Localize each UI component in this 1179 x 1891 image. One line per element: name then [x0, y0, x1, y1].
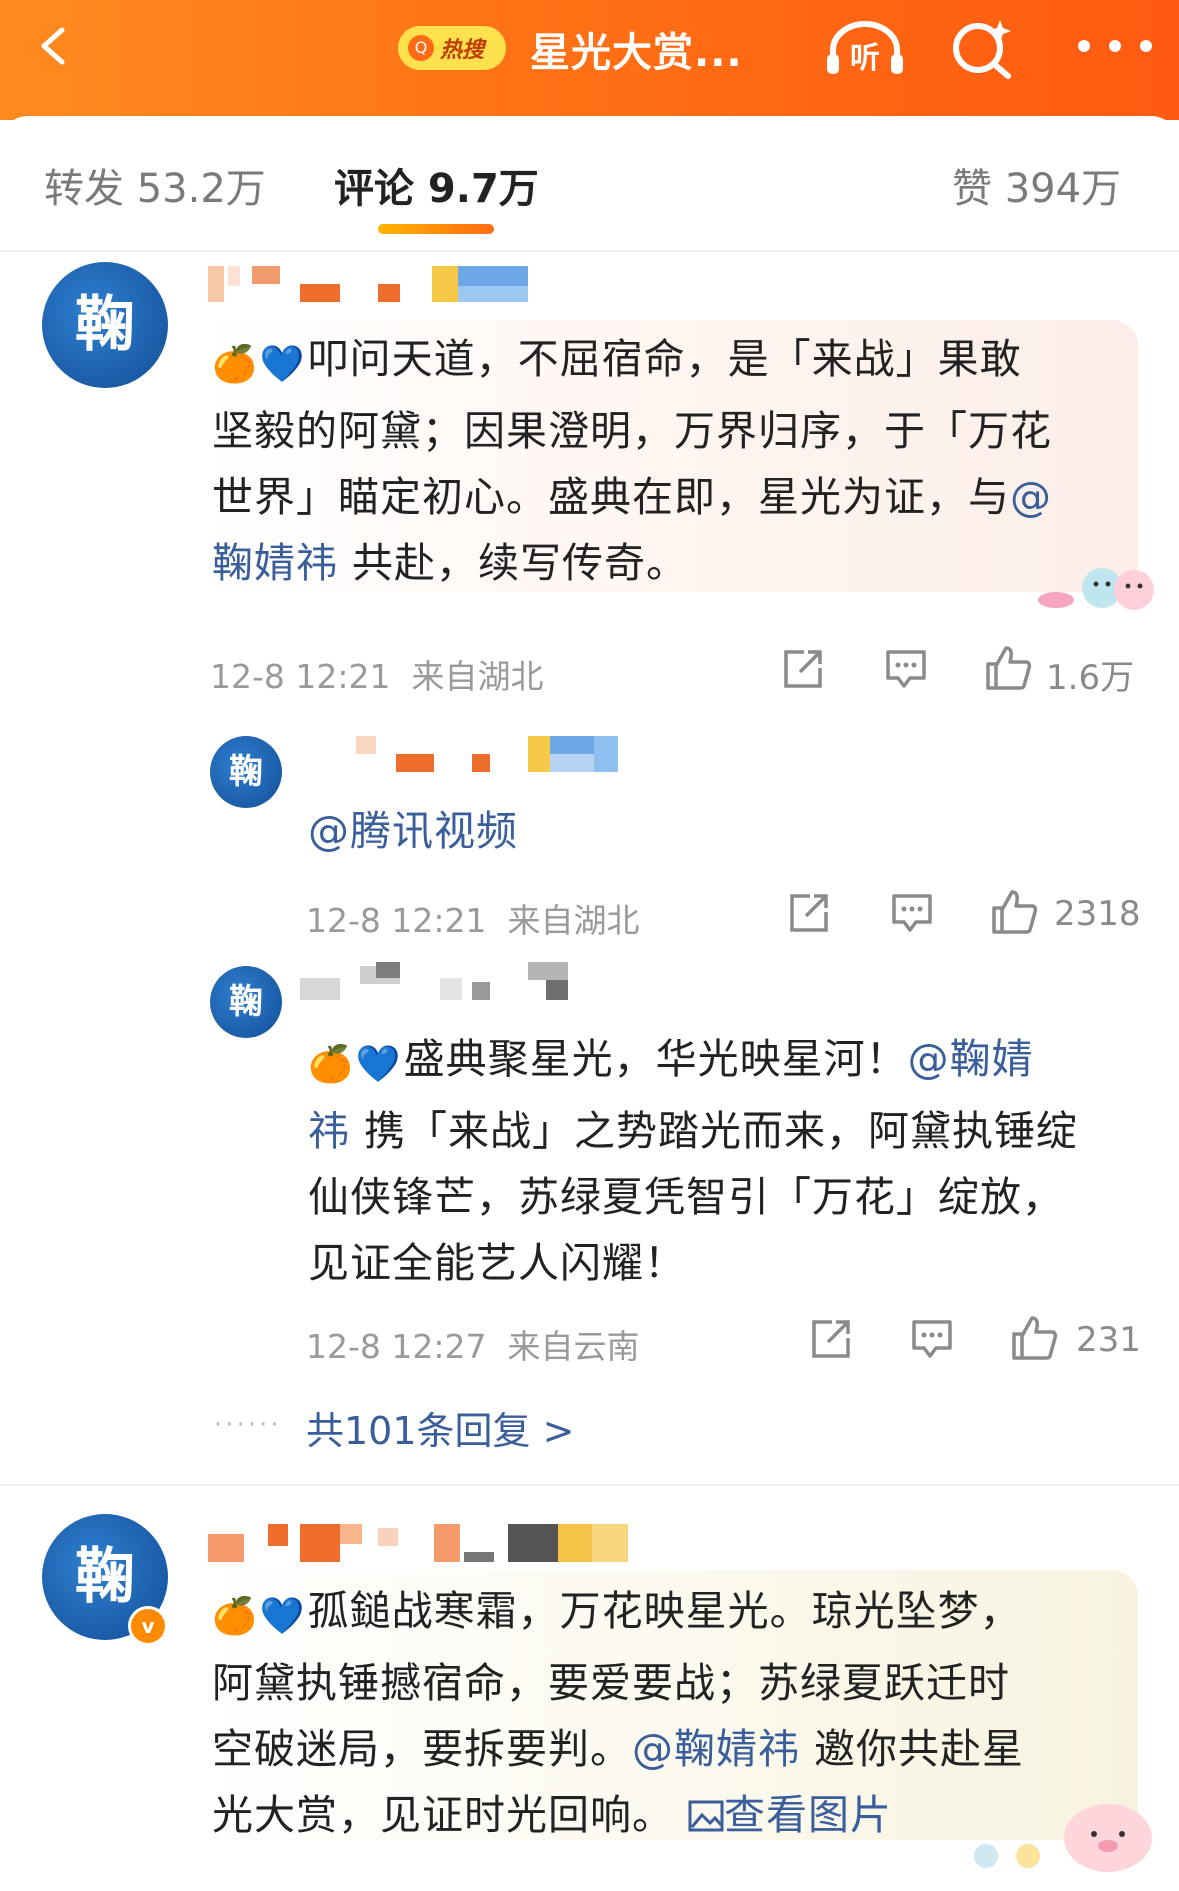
- verified-badge-icon: v: [128, 1606, 168, 1646]
- username-mosaic[interactable]: [356, 736, 646, 776]
- avatar[interactable]: 鞠: [210, 966, 282, 1038]
- view-image-link[interactable]: 查看图片: [688, 1791, 892, 1839]
- comment-icon[interactable]: [910, 1318, 954, 1360]
- image-icon: [688, 1800, 724, 1832]
- tangerine-emoji-icon: 🍊: [212, 1596, 258, 1637]
- thumbs-up-icon[interactable]: [984, 644, 1032, 692]
- like-count: 2318: [1054, 894, 1141, 934]
- blue-heart-emoji-icon: 💙: [355, 1044, 402, 1085]
- mention-link[interactable]: @鞠婧: [908, 1035, 1034, 1083]
- more-replies-link[interactable]: 共101条回复 >: [306, 1400, 574, 1455]
- comment-meta: 12-8 12:21 来自湖北: [210, 657, 544, 696]
- comment-icon[interactable]: [884, 648, 928, 690]
- comment-divider: [0, 1484, 1179, 1486]
- share-icon[interactable]: [788, 892, 830, 934]
- avatar[interactable]: 鞠: [210, 736, 282, 808]
- username-mosaic[interactable]: [300, 962, 570, 1002]
- search-sparkle-icon[interactable]: [950, 18, 1014, 80]
- svg-text:听: 听: [850, 41, 880, 76]
- share-icon[interactable]: [810, 1318, 852, 1360]
- comment-text: 🍊💙叩问天道，不屈宿命，是「来战」果敢 坚毅的阿黛；因果澄明，万界归序，于「万花…: [212, 326, 1132, 596]
- hot-search-badge[interactable]: Q 热搜: [398, 26, 506, 70]
- active-tab-indicator: [378, 224, 494, 234]
- comment-icon[interactable]: [890, 892, 934, 934]
- username-mosaic[interactable]: [208, 1524, 628, 1564]
- mention-link[interactable]: 祎: [308, 1107, 350, 1155]
- more-options-icon[interactable]: [1070, 36, 1160, 56]
- share-icon[interactable]: [782, 648, 824, 690]
- reply-meta: 12-8 12:21 来自湖北: [306, 901, 640, 940]
- tab-comments[interactable]: 评论 9.7万: [334, 156, 539, 214]
- tangerine-emoji-icon: 🍊: [308, 1044, 354, 1085]
- search-icon: Q: [408, 35, 434, 61]
- blue-heart-emoji-icon: 💙: [259, 1596, 306, 1637]
- like-count: 1.6万: [1046, 658, 1135, 698]
- tab-divider: [0, 250, 1179, 252]
- bubble-sticker-decoration: [1038, 568, 1154, 610]
- mention-link[interactable]: @鞠婧祎: [632, 1725, 800, 1773]
- tab-bar: 转发 53.2万 评论 9.7万 赞 394万: [0, 116, 1179, 246]
- like-count: 231: [1076, 1320, 1141, 1360]
- reply-thread-dots: ······: [214, 1410, 282, 1440]
- tangerine-emoji-icon: 🍊: [212, 344, 258, 385]
- mention-link[interactable]: 鞠婧祎: [212, 539, 338, 587]
- tab-reposts[interactable]: 转发 53.2万: [44, 156, 266, 214]
- mention-link[interactable]: @: [1010, 473, 1052, 521]
- thumbs-up-icon[interactable]: [990, 888, 1038, 936]
- listen-headphones-icon[interactable]: 听: [825, 20, 905, 76]
- reply-text: 🍊💙盛典聚星光，华光映星河！@鞠婧 祎 携「来战」之势踏光而来，阿黛执锤绽 仙侠…: [308, 1026, 1138, 1296]
- blue-heart-emoji-icon: 💙: [259, 344, 306, 385]
- thumbs-up-icon[interactable]: [1010, 1314, 1058, 1362]
- hot-topic-title[interactable]: 星光大赏...: [530, 20, 743, 78]
- reply-meta: 12-8 12:27 来自云南: [306, 1327, 640, 1366]
- username-mosaic[interactable]: [208, 262, 528, 302]
- top-bar: Q 热搜 星光大赏... 听: [0, 0, 1179, 120]
- tab-likes[interactable]: 赞 394万: [952, 156, 1121, 214]
- back-arrow-icon[interactable]: [34, 26, 74, 66]
- avatar[interactable]: 鞠: [42, 262, 168, 388]
- bubble-sticker-decoration: [974, 1804, 1152, 1872]
- mention-link[interactable]: @腾讯视频: [308, 807, 518, 855]
